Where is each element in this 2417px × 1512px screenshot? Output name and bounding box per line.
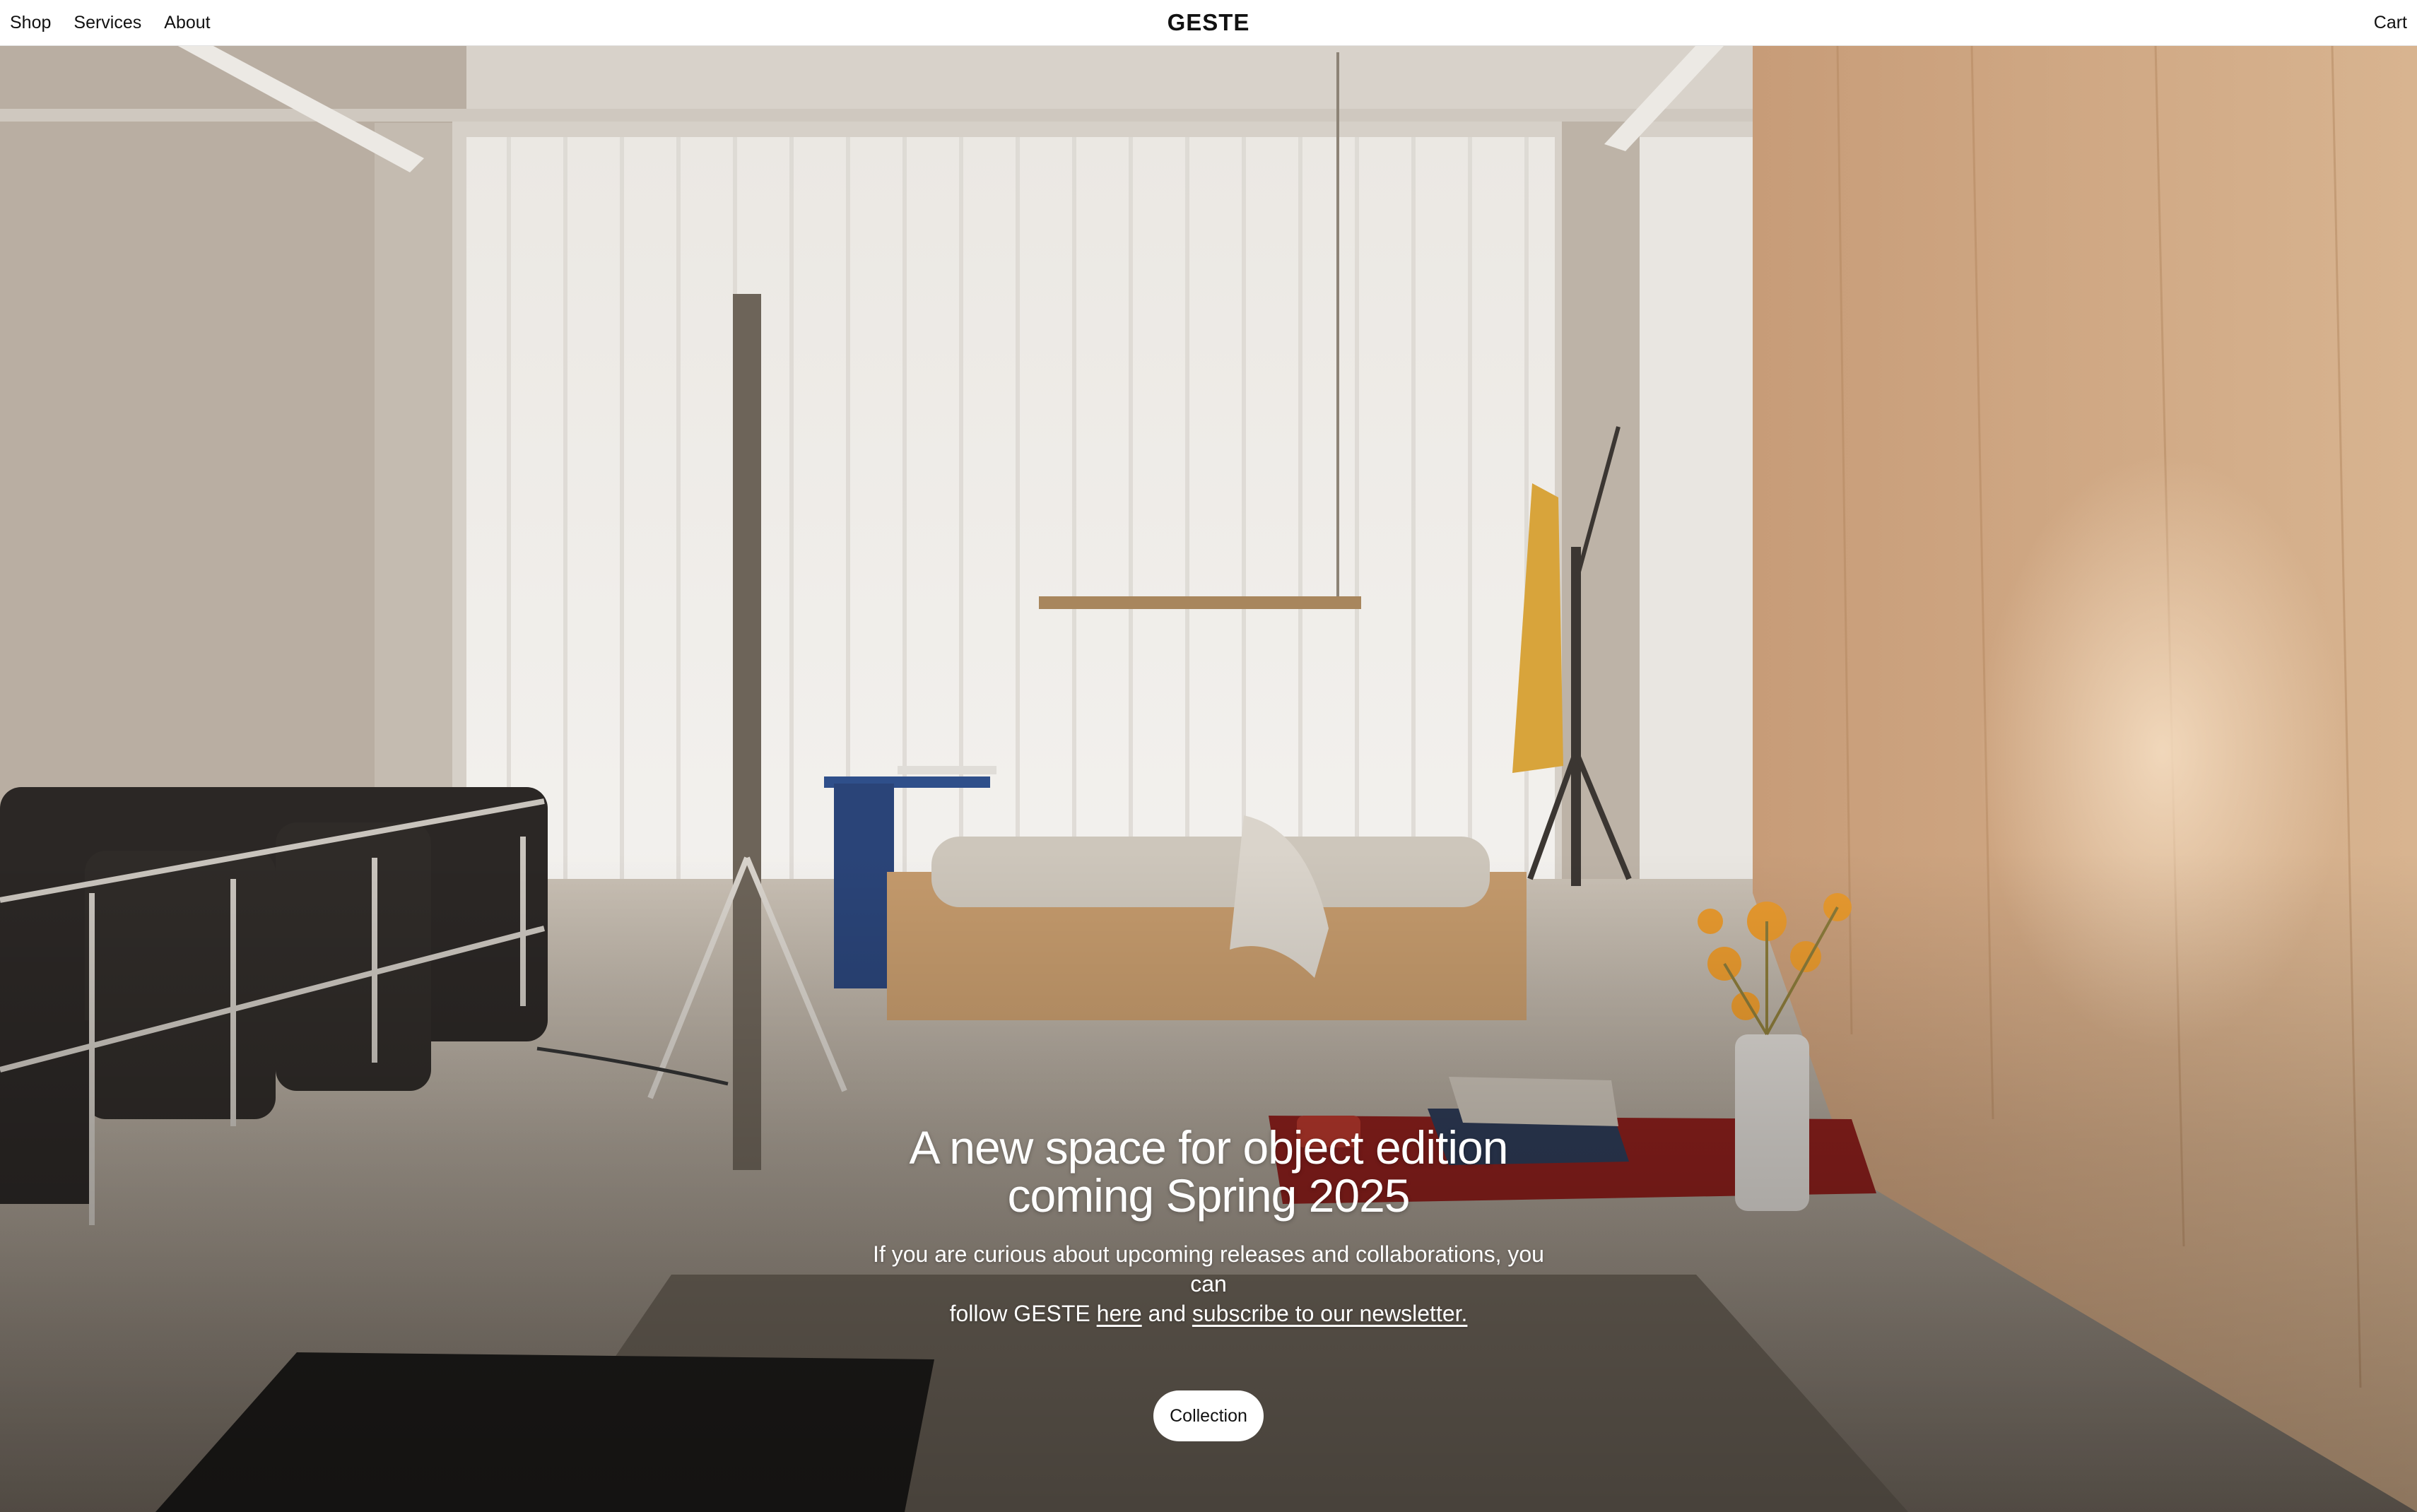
collection-button[interactable]: Collection xyxy=(1153,1390,1264,1441)
nav-right: Cart xyxy=(2374,0,2407,45)
hero-description: If you are curious about upcoming releas… xyxy=(855,1239,1562,1328)
brand-logo[interactable]: GESTE xyxy=(1168,0,1250,45)
top-navigation: Shop Services About GESTE Cart xyxy=(0,0,2417,46)
hero-content: A new space for object edition coming Sp… xyxy=(0,1123,2417,1328)
hero-headline-line-1: A new space for object edition xyxy=(909,1121,1509,1174)
cart-link[interactable]: Cart xyxy=(2374,13,2407,33)
primary-nav: Shop Services About xyxy=(10,0,211,45)
nav-about-link[interactable]: About xyxy=(164,13,210,33)
nav-shop-link[interactable]: Shop xyxy=(10,13,51,33)
hero-description-pre: follow GESTE xyxy=(949,1301,1097,1326)
newsletter-subscribe-link[interactable]: subscribe to our newsletter. xyxy=(1192,1301,1468,1326)
nav-services-link[interactable]: Services xyxy=(73,13,141,33)
hero-description-mid: and xyxy=(1141,1301,1192,1326)
follow-here-link[interactable]: here xyxy=(1097,1301,1142,1326)
hero-headline: A new space for object edition coming Sp… xyxy=(0,1123,2417,1219)
hero-description-line-1: If you are curious about upcoming releas… xyxy=(873,1241,1544,1297)
hero-headline-line-2: coming Spring 2025 xyxy=(1007,1169,1410,1222)
